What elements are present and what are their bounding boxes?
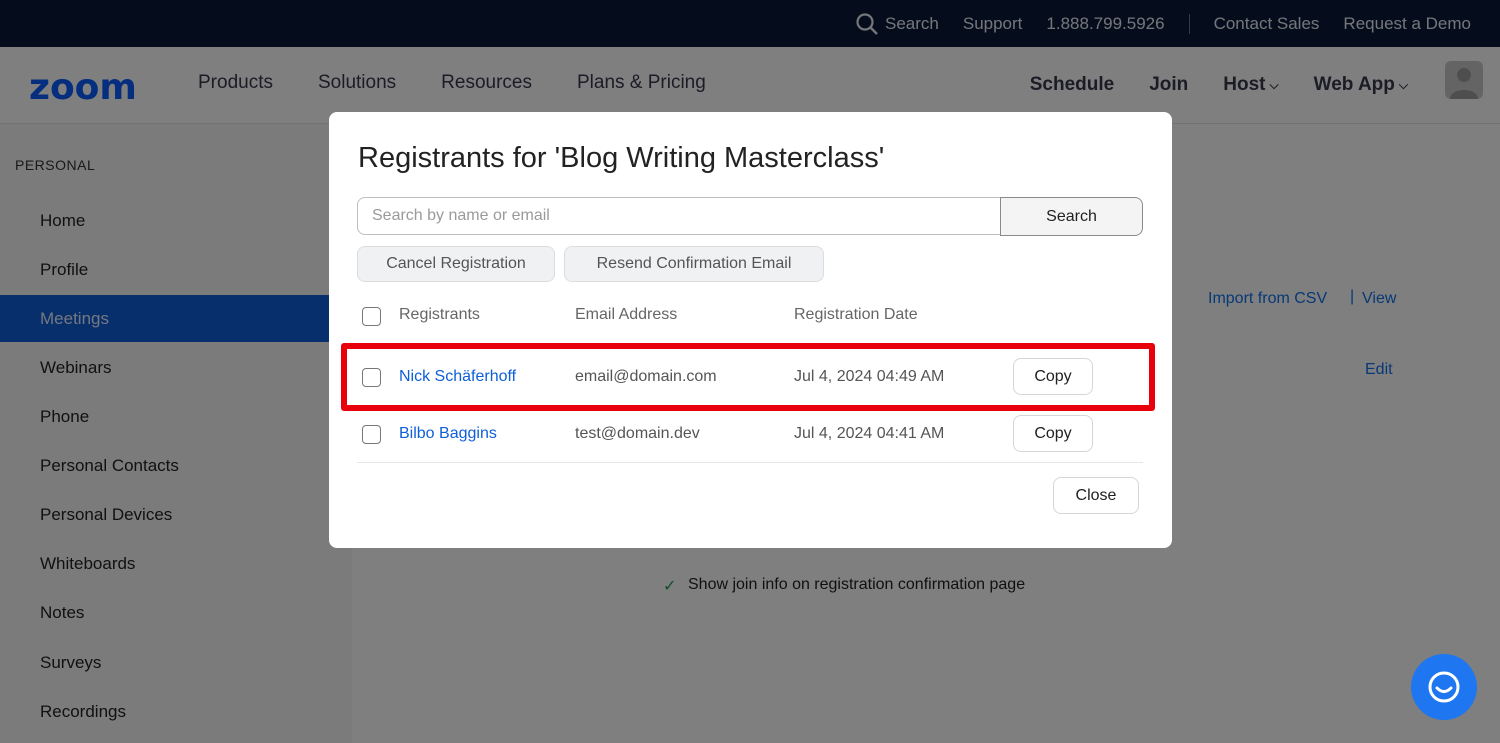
row-checkbox[interactable] — [362, 425, 381, 444]
copy-button[interactable]: Copy — [1013, 415, 1093, 452]
chat-icon — [1428, 671, 1460, 703]
close-button[interactable]: Close — [1053, 477, 1139, 514]
select-all-checkbox[interactable] — [362, 307, 381, 326]
modal-title: Registrants for 'Blog Writing Masterclas… — [358, 142, 885, 174]
resend-confirmation-button[interactable]: Resend Confirmation Email — [564, 246, 824, 282]
registrants-modal: Registrants for 'Blog Writing Masterclas… — [329, 112, 1172, 548]
registrant-name-link[interactable]: Bilbo Baggins — [399, 425, 497, 443]
column-header-email: Email Address — [575, 306, 678, 323]
search-button[interactable]: Search — [1000, 197, 1143, 236]
cancel-registration-button[interactable]: Cancel Registration — [357, 246, 555, 282]
table-divider — [357, 462, 1143, 463]
row-highlight-annotation — [341, 343, 1155, 411]
registrant-search-input[interactable] — [357, 197, 1001, 235]
registration-date: Jul 4, 2024 04:41 AM — [794, 425, 945, 442]
chat-fab-button[interactable] — [1411, 654, 1477, 720]
column-header-date: Registration Date — [794, 306, 918, 323]
column-header-registrants: Registrants — [399, 306, 480, 323]
registrant-email: test@domain.dev — [575, 425, 700, 442]
